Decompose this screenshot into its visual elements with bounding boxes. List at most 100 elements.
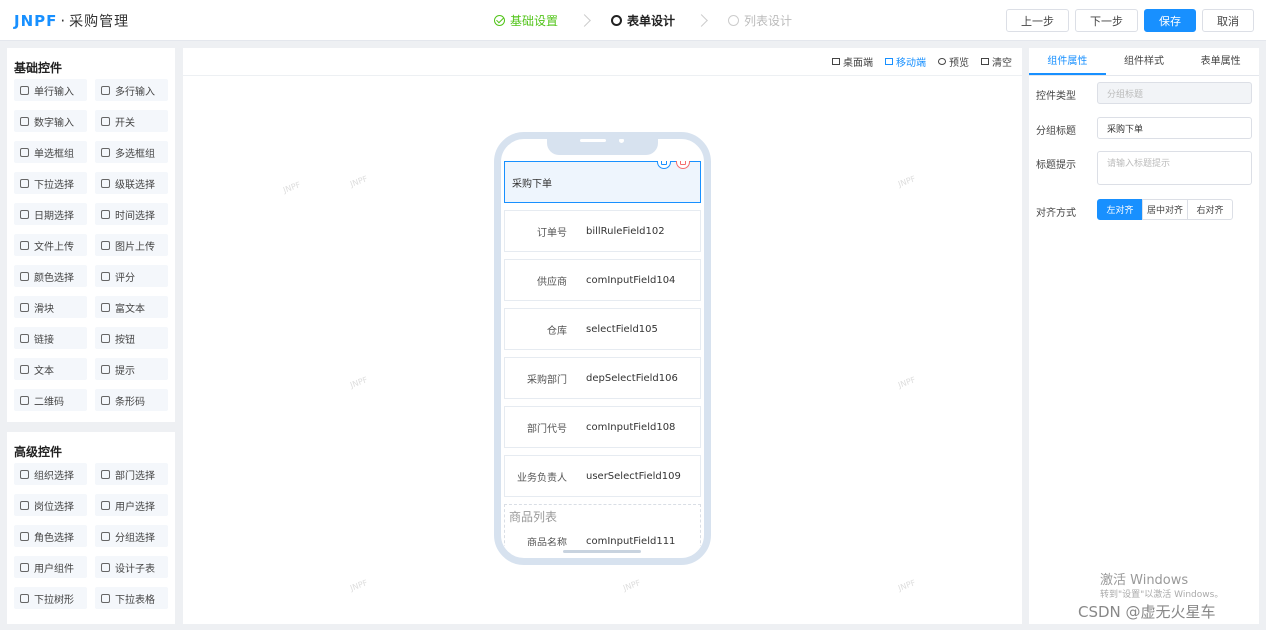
control-time-picker[interactable]: 时间选择 xyxy=(95,203,168,225)
control-role-select[interactable]: 角色选择 xyxy=(14,525,87,547)
form-field-purchase-dept[interactable]: 采购部门 depSelectField106 xyxy=(504,357,701,399)
align-center-button[interactable]: 居中对齐 xyxy=(1142,199,1188,220)
control-radio-group[interactable]: 单选框组 xyxy=(14,141,87,163)
control-label: 二维码 xyxy=(34,396,64,408)
align-right-button[interactable]: 右对齐 xyxy=(1187,199,1233,220)
copy-button[interactable] xyxy=(657,161,671,169)
control-dept-select[interactable]: 部门选择 xyxy=(95,463,168,485)
control-date-picker[interactable]: 日期选择 xyxy=(14,203,87,225)
form-field-supplier[interactable]: 供应商 comInputField104 xyxy=(504,259,701,301)
form-scroll-area[interactable]: 采购下单 订单号 billRuleField102 供应商 comInputFiel… xyxy=(504,161,701,546)
tab-component-style[interactable]: 组件样式 xyxy=(1106,48,1183,75)
control-cascader[interactable]: 级联选择 xyxy=(95,172,168,194)
control-link[interactable]: 链接 xyxy=(14,327,87,349)
watermark: JNPF xyxy=(896,375,917,390)
control-table-select[interactable]: 下拉表格 xyxy=(95,587,168,609)
step-label: 基础设置 xyxy=(510,14,559,28)
watermark: JNPF xyxy=(348,578,369,593)
control-select[interactable]: 下拉选择 xyxy=(14,172,87,194)
csdn-watermark: CSDN @虚无火星车 xyxy=(1078,603,1216,621)
prop-group-title: 分组标题 采购下单 xyxy=(1036,117,1252,139)
clear-button[interactable]: 清空 xyxy=(981,54,1012,69)
control-rich-text[interactable]: 富文本 xyxy=(95,296,168,318)
form-field-warehouse[interactable]: 仓库 selectField105 xyxy=(504,308,701,350)
preview-button[interactable]: 预览 xyxy=(938,54,969,69)
control-org-select[interactable]: 组织选择 xyxy=(14,463,87,485)
control-slider[interactable]: 滑块 xyxy=(14,296,87,318)
watermark: JNPF xyxy=(281,180,302,195)
slider-icon xyxy=(20,302,29,312)
control-image-upload[interactable]: 图片上传 xyxy=(95,234,168,256)
control-alert[interactable]: 提示 xyxy=(95,358,168,380)
title-hint-textarea[interactable]: 请输入标题提示 xyxy=(1097,151,1252,185)
step-label: 表单设计 xyxy=(627,14,676,28)
control-multi-input[interactable]: 多行输入 xyxy=(95,79,168,101)
step-list-design[interactable]: 列表设计 xyxy=(728,12,792,29)
field-label: 供应商 xyxy=(537,276,567,288)
control-color-picker[interactable]: 颜色选择 xyxy=(14,265,87,287)
control-sub-table[interactable]: 设计子表 xyxy=(95,556,168,578)
step-form-design[interactable]: 表单设计 xyxy=(611,12,675,29)
control-group-select[interactable]: 分组选择 xyxy=(95,525,168,547)
next-step-button[interactable]: 下一步 xyxy=(1075,9,1138,32)
desktop-view-button[interactable]: 桌面端 xyxy=(832,54,873,69)
mobile-view-button[interactable]: 移动端 xyxy=(885,54,926,69)
tab-component-props[interactable]: 组件属性 xyxy=(1029,48,1106,75)
control-tree-select[interactable]: 下拉树形 xyxy=(14,587,87,609)
clock-icon xyxy=(101,209,110,219)
align-left-button[interactable]: 左对齐 xyxy=(1097,199,1143,220)
field-value: comInputField108 xyxy=(586,421,676,433)
control-user-select[interactable]: 用户选择 xyxy=(95,494,168,516)
control-rate[interactable]: 评分 xyxy=(95,265,168,287)
control-qrcode[interactable]: 二维码 xyxy=(14,389,87,411)
control-label: 评分 xyxy=(115,272,135,284)
control-barcode[interactable]: 条形码 xyxy=(95,389,168,411)
control-label: 文本 xyxy=(34,365,54,377)
switch-icon xyxy=(101,116,110,126)
trash-icon xyxy=(680,161,686,165)
watermark: JNPF xyxy=(621,578,642,593)
watermark: JNPF xyxy=(348,375,369,390)
form-field-owner[interactable]: 业务负责人 userSelectField109 xyxy=(504,455,701,497)
tab-form-props[interactable]: 表单属性 xyxy=(1182,48,1259,75)
control-label: 链接 xyxy=(34,334,54,346)
form-field-order-no[interactable]: 订单号 billRuleField102 xyxy=(504,210,701,252)
link-icon xyxy=(20,333,29,343)
dept-icon xyxy=(101,469,110,479)
control-file-upload[interactable]: 文件上传 xyxy=(14,234,87,256)
control-button[interactable]: 按钮 xyxy=(95,327,168,349)
form-field-dept-code[interactable]: 部门代号 comInputField108 xyxy=(504,406,701,448)
field-label: 业务负责人 xyxy=(517,472,567,484)
save-button[interactable]: 保存 xyxy=(1144,9,1196,32)
control-user-component[interactable]: 用户组件 xyxy=(14,556,87,578)
number-icon xyxy=(20,116,29,126)
control-label: 分组选择 xyxy=(115,532,155,544)
control-checkbox-group[interactable]: 多选框组 xyxy=(95,141,168,163)
step-indicator: 基础设置 表单设计 列表设计 xyxy=(494,12,792,29)
group-title-input[interactable]: 采购下单 xyxy=(1097,117,1252,139)
alignment-group: 左对齐 居中对齐 右对齐 xyxy=(1097,199,1233,220)
info-icon xyxy=(101,364,110,374)
watermark: JNPF xyxy=(348,174,369,189)
control-position-select[interactable]: 岗位选择 xyxy=(14,494,87,516)
prop-label: 标题提示 xyxy=(1036,160,1076,171)
circle-icon xyxy=(611,15,623,26)
sub-table-row[interactable]: 商品名称 comInputField111 xyxy=(505,534,700,546)
prev-step-button[interactable]: 上一步 xyxy=(1006,9,1069,32)
control-label: 组织选择 xyxy=(34,470,74,482)
control-label: 下拉树形 xyxy=(34,594,74,606)
control-single-input[interactable]: 单行输入 xyxy=(14,79,87,101)
windows-activation-title: 激活 Windows xyxy=(1100,573,1189,588)
control-switch[interactable]: 开关 xyxy=(95,110,168,132)
group-title-field-selected[interactable]: 采购下单 xyxy=(504,161,701,203)
control-number-input[interactable]: 数字输入 xyxy=(14,110,87,132)
control-text[interactable]: 文本 xyxy=(14,358,87,380)
goods-sub-table[interactable]: 商品列表 商品名称 comInputField111 xyxy=(504,504,701,546)
properties-panel: 组件属性 组件样式 表单属性 控件类型 分组标题 分组标题 采购下单 标题提示 … xyxy=(1029,48,1259,624)
delete-button[interactable] xyxy=(676,161,690,169)
qrcode-icon xyxy=(20,395,29,405)
cancel-button[interactable]: 取消 xyxy=(1202,9,1254,32)
field-value: comInputField104 xyxy=(586,274,676,286)
step-basic-settings[interactable]: 基础设置 xyxy=(494,12,558,29)
header-actions: 上一步 下一步 保存 取消 xyxy=(1006,9,1254,32)
